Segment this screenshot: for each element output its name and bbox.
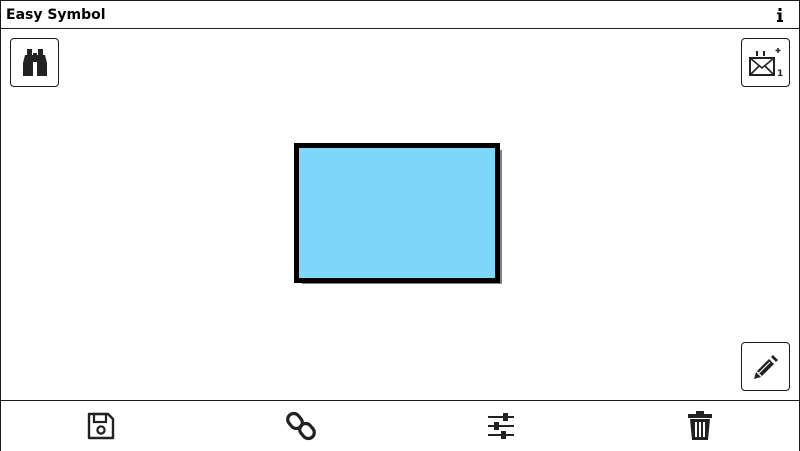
info-icon (777, 8, 783, 22)
binoculars-icon (22, 48, 47, 76)
link-button[interactable] (281, 407, 321, 445)
sliders-icon (488, 413, 514, 439)
bottom-toolbar (1, 400, 799, 451)
settings-button[interactable] (481, 407, 521, 445)
new-symbol-icon: 1 (748, 47, 783, 78)
pencil-icon (753, 354, 778, 379)
delete-button[interactable] (680, 407, 720, 445)
drawing-canvas[interactable]: 1 (1, 29, 799, 400)
floppy-disk-icon (87, 412, 115, 440)
chain-link-icon (286, 411, 316, 441)
new-symbol-badge: 1 (777, 69, 783, 78)
info-button[interactable] (773, 5, 787, 25)
edit-button[interactable] (741, 342, 790, 391)
app-title: Easy Symbol (6, 7, 106, 23)
app-window: Easy Symbol 1 (0, 0, 800, 451)
trash-icon (688, 411, 712, 440)
symbol-shape[interactable] (294, 143, 500, 283)
save-button[interactable] (81, 407, 121, 445)
title-bar: Easy Symbol (1, 1, 799, 29)
search-button[interactable] (10, 38, 59, 87)
new-symbol-button[interactable]: 1 (741, 38, 790, 87)
